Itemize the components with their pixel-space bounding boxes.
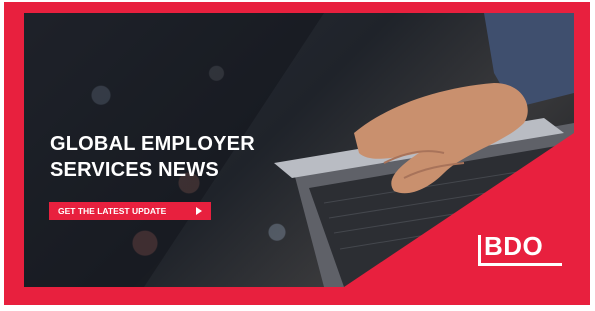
logo-underline-mark bbox=[478, 263, 562, 266]
headline-line-2: SERVICES NEWS bbox=[50, 159, 219, 181]
logo-text: BDO bbox=[484, 231, 544, 261]
logo-bar-mark bbox=[478, 235, 481, 263]
bdo-logo: BDO bbox=[478, 231, 562, 266]
banner-headline: GLOBAL EMPLOYER SERVICES NEWS bbox=[50, 131, 310, 183]
get-latest-update-button[interactable]: GET THE LATEST UPDATE bbox=[49, 202, 211, 220]
arrow-right-icon bbox=[196, 207, 202, 215]
cta-label: GET THE LATEST UPDATE bbox=[58, 206, 167, 216]
headline-line-1: GLOBAL EMPLOYER bbox=[50, 133, 255, 155]
